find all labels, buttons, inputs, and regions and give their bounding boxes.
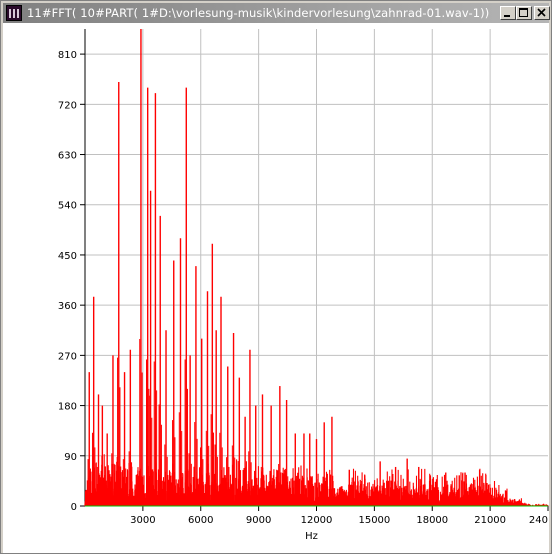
x-tick-label: 6000 (188, 515, 213, 526)
spectrum-chart: 0 90 180 270 360 450 540 630 720 810 3000 6000 9000 1… (58, 29, 549, 542)
minimize-button[interactable] (500, 6, 516, 20)
x-axis-label: Hz (305, 531, 318, 542)
y-tick-label: 810 (58, 50, 77, 61)
x-tick-label: 18000 (416, 515, 448, 526)
maximize-button[interactable] (516, 6, 532, 20)
minimize-icon (504, 15, 510, 17)
window-title: 11#FFT( 10#PART( 1#D:\vorlesung-musik\ki… (27, 6, 490, 20)
y-tick-label: 630 (58, 151, 77, 162)
close-icon (537, 8, 546, 17)
x-tick-label: 12000 (301, 515, 333, 526)
fft-window: 11#FFT( 10#PART( 1#D:\vorlesung-musik\ki… (0, 0, 552, 554)
y-tick-label: 90 (64, 452, 77, 463)
y-tick-label: 540 (58, 201, 77, 212)
x-tick-label: 3000 (130, 515, 155, 526)
close-button[interactable] (534, 6, 550, 20)
x-tick-label: 9000 (246, 515, 271, 526)
y-tick-label: 180 (58, 402, 77, 413)
plot-area: 0 90 180 270 360 450 540 630 720 810 3000 6000 9000 1… (3, 23, 549, 553)
y-tick-label: 450 (58, 251, 77, 262)
y-tick-label: 360 (58, 301, 77, 312)
x-tick-label: 15000 (358, 515, 390, 526)
wave-app-icon[interactable] (6, 5, 22, 21)
y-tick-label: 270 (58, 351, 77, 362)
x-tick-label: 240 (529, 515, 548, 526)
x-tick-label: 21000 (474, 515, 506, 526)
y-tick-label: 0 (71, 502, 77, 513)
title-bar[interactable]: 11#FFT( 10#PART( 1#D:\vorlesung-musik\ki… (3, 3, 550, 23)
maximize-icon (519, 8, 528, 17)
y-tick-label: 720 (58, 100, 77, 111)
